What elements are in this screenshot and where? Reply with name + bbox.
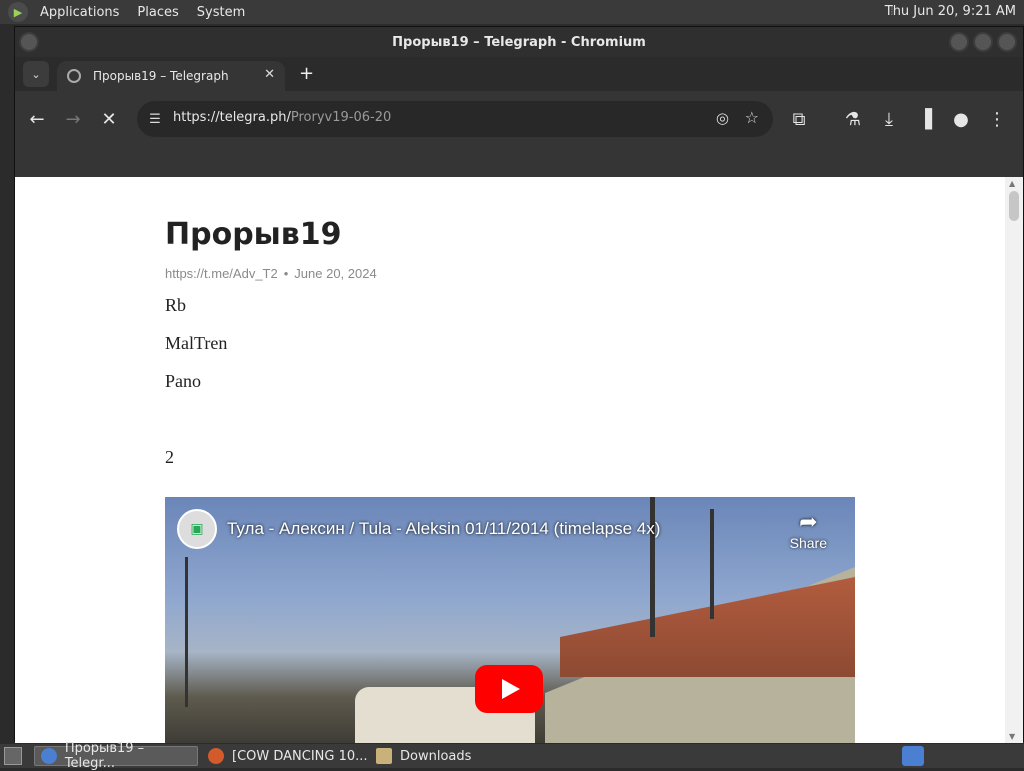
forward-arrow-icon[interactable]: → [59, 105, 87, 133]
minimize-button[interactable] [949, 32, 969, 52]
close-tab-icon[interactable]: ✕ [264, 67, 275, 82]
tray-chromium-icon[interactable] [902, 746, 924, 766]
video-building [560, 577, 855, 677]
places-menu[interactable]: Places [131, 5, 184, 20]
tab-strip: ⌄ Прорыв19 – Telegraph ✕ + [15, 57, 1023, 91]
window-menu-button[interactable] [19, 32, 39, 52]
paragraph: 2 [165, 447, 174, 467]
extensions-icon[interactable]: ⧉ [785, 105, 813, 133]
article: Прорыв19 https://t.me/Adv_T2 • June 20, 20… [165, 177, 855, 471]
labs-flask-icon[interactable]: ⚗ [839, 105, 867, 133]
window-title: Прорыв19 – Telegraph - Chromium [392, 34, 646, 50]
url-path: Proryv19-06-20 [290, 110, 392, 125]
page-scrollbar[interactable]: ▲ ▼ [1005, 177, 1023, 743]
side-panel-icon[interactable]: ▐ [911, 105, 939, 133]
applications-menu[interactable]: Applications [34, 5, 125, 20]
profile-icon[interactable]: ● [947, 105, 975, 133]
play-button-icon[interactable] [475, 665, 543, 713]
address-bar[interactable]: ☰ https://telegra.ph/Proryv19-06-20 ◎ ☆ [137, 101, 773, 137]
paragraph: MalTren [165, 333, 228, 353]
back-arrow-icon[interactable]: ← [23, 105, 51, 133]
scroll-up-icon[interactable]: ▲ [1009, 179, 1019, 188]
publish-date: June 20, 2024 [294, 266, 377, 281]
youtube-embed[interactable]: ▣ Тула - Алексин / Tula - Aleksin 01/11/… [165, 497, 855, 743]
maximize-button[interactable] [973, 32, 993, 52]
taskbar-item-downloads[interactable]: Downloads [370, 746, 520, 766]
tab-title: Прорыв19 – Telegraph [93, 69, 229, 83]
url-host: https://telegra.ph/ [173, 110, 291, 125]
meta-dot: • [283, 266, 289, 281]
browser-window: Прорыв19 – Telegraph - Chromium ⌄ Прорыв… [14, 26, 1024, 743]
share-label: Share [789, 535, 827, 551]
taskbar-item-firefox[interactable]: [COW DANCING 10... [202, 746, 368, 766]
star-icon[interactable]: ☆ [745, 108, 759, 127]
video-pylon [650, 497, 655, 637]
stop-loading-icon[interactable]: ✕ [95, 105, 123, 133]
chromium-icon [41, 748, 57, 764]
taskbar-item-label: Прорыв19 – Telegr... [64, 741, 145, 771]
system-menu[interactable]: System [191, 5, 251, 20]
browser-toolbar: ← → ✕ ☰ https://telegra.ph/Proryv19-06-2… [15, 91, 1023, 147]
top-panel: ▶ Applications Places System ⁞ Thu Jun 2… [0, 0, 1024, 24]
tab-search-chevron-down-icon[interactable]: ⌄ [23, 61, 49, 87]
window-titlebar[interactable]: Прорыв19 – Telegraph - Chromium [15, 27, 1023, 57]
firefox-icon [208, 748, 224, 764]
article-title: Прорыв19 [165, 217, 342, 252]
close-window-button[interactable] [997, 32, 1017, 52]
site-settings-icon[interactable]: ☰ [145, 109, 165, 129]
paragraph [165, 409, 855, 433]
eye-off-icon[interactable]: ◎ [716, 109, 729, 127]
article-meta: https://t.me/Adv_T2 • June 20, 2024 [165, 266, 855, 281]
clock[interactable]: Thu Jun 20, 9:21 AM [885, 4, 1016, 19]
distro-logo-icon[interactable]: ▶ [8, 2, 28, 22]
bottom-taskbar: Прорыв19 – Telegr... [COW DANCING 10... … [0, 741, 1024, 771]
author-link[interactable]: https://t.me/Adv_T2 [165, 266, 278, 281]
paragraph: Rb [165, 295, 187, 315]
download-icon[interactable]: ⤓ [875, 105, 903, 133]
taskbar-item-chromium[interactable]: Прорыв19 – Telegr... [34, 741, 198, 771]
share-arrow-icon: ➦ [799, 509, 818, 534]
scrollbar-thumb[interactable] [1009, 191, 1019, 221]
tab-telegraph[interactable]: Прорыв19 – Telegraph ✕ [57, 61, 285, 91]
scroll-down-icon[interactable]: ▼ [1009, 732, 1019, 741]
taskbar-item-label: [COW DANCING 10... [232, 748, 368, 764]
video-pole [185, 557, 188, 707]
paragraph: Pano [165, 371, 201, 391]
video-pylon [710, 509, 714, 619]
taskbar-item-label: Downloads [400, 748, 472, 764]
url-text[interactable]: https://telegra.ph/Proryv19-06-20 [173, 110, 391, 125]
share-button[interactable]: ➦ Share [790, 509, 827, 551]
show-desktop-icon[interactable] [4, 747, 22, 765]
video-title[interactable]: Тула - Алексин / Tula - Aleksin 01/11/20… [227, 519, 660, 539]
folder-icon [376, 748, 392, 764]
loading-spinner-icon [67, 69, 81, 83]
new-tab-button[interactable]: + [299, 63, 314, 84]
page-content: Прорыв19 https://t.me/Adv_T2 • June 20, 20… [15, 177, 1005, 743]
channel-avatar-icon[interactable]: ▣ [177, 509, 217, 549]
kebab-menu-icon[interactable]: ⋮ [983, 105, 1011, 133]
